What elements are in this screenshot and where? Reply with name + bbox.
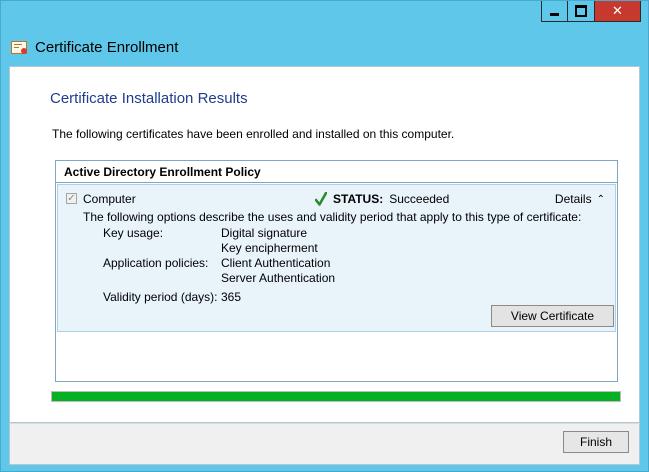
details-toggle[interactable]: Details ⌃	[555, 192, 605, 206]
certificate-item: ✓ Computer STATUS: Succeeded Details ⌃ T…	[57, 184, 616, 332]
minimize-button[interactable]	[541, 1, 568, 22]
key-usage-row: Key usage: Digital signature Key enciphe…	[103, 226, 335, 256]
progress-bar	[51, 391, 621, 402]
certificate-description: The following options describe the uses …	[83, 210, 582, 224]
computer-checkbox[interactable]: ✓	[66, 193, 77, 204]
certificate-name: Computer	[83, 192, 136, 206]
close-button[interactable]: ✕	[595, 1, 641, 22]
status-value: Succeeded	[389, 192, 450, 206]
title-bar: Certificate Enrollment	[1, 31, 648, 63]
checkmark-icon	[315, 192, 327, 206]
status-label: STATUS:	[333, 192, 384, 206]
certificate-properties: Key usage: Digital signature Key enciphe…	[103, 226, 335, 305]
certificate-icon	[11, 40, 27, 54]
view-certificate-button[interactable]: View Certificate	[491, 305, 614, 327]
maximize-icon	[575, 5, 587, 17]
application-policies-label: Application policies:	[103, 256, 209, 270]
wizard-content: Certificate Installation Results The fol…	[9, 66, 640, 423]
validity-period-label: Validity period (days):	[103, 290, 218, 304]
caption-buttons: ✕	[541, 1, 641, 22]
status-indicator: STATUS: Succeeded	[315, 192, 449, 206]
key-usage-value: Digital signature	[221, 226, 308, 240]
key-usage-value: Key encipherment	[221, 241, 318, 255]
policy-header: Active Directory Enrollment Policy	[56, 161, 617, 183]
chevron-up-icon: ⌃	[596, 193, 605, 205]
application-policies-row: Application policies: Client Authenticat…	[103, 256, 335, 286]
window-title: Certificate Enrollment	[35, 38, 179, 56]
application-policy-value: Client Authentication	[221, 256, 331, 270]
minimize-icon	[550, 12, 559, 16]
validity-period-value: 365	[221, 290, 242, 304]
details-label: Details	[554, 192, 592, 206]
button-bar: Finish	[9, 423, 640, 465]
key-usage-label: Key usage:	[103, 226, 164, 240]
intro-text: The following certificates have been enr…	[52, 127, 455, 141]
maximize-button[interactable]	[568, 1, 595, 22]
progress-fill	[52, 392, 620, 401]
close-icon: ✕	[612, 3, 623, 18]
finish-button[interactable]: Finish	[563, 431, 629, 453]
validity-period-row: Validity period (days): 365	[103, 290, 335, 305]
application-policy-value: Server Authentication	[221, 271, 336, 285]
enrollment-policy-panel: Active Directory Enrollment Policy ✓ Com…	[55, 160, 618, 382]
certificate-enrollment-window: ✕ Certificate Enrollment Certificate Ins…	[0, 0, 649, 472]
page-heading: Certificate Installation Results	[50, 90, 248, 107]
